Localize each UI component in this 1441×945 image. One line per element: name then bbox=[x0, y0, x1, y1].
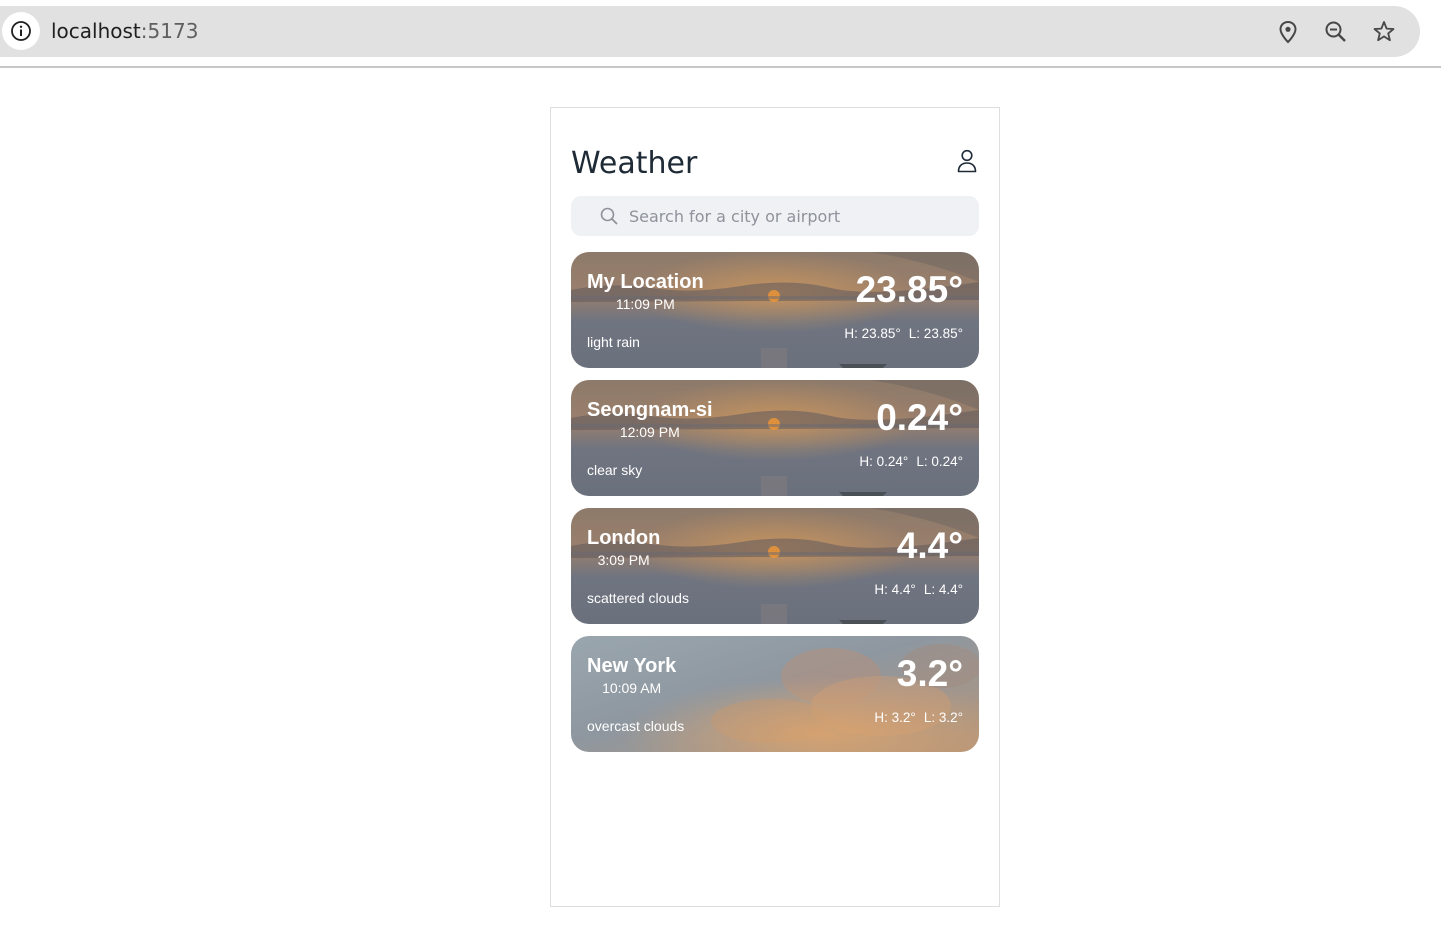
high-low: H: 3.2° L: 3.2° bbox=[874, 710, 963, 725]
high-low: H: 0.24° L: 0.24° bbox=[859, 454, 963, 469]
high-low: H: 23.85° L: 23.85° bbox=[844, 326, 963, 341]
city-name: My Location bbox=[587, 271, 704, 293]
weather-description: light rain bbox=[587, 334, 640, 350]
current-temperature: 4.4° bbox=[896, 525, 963, 566]
search-box bbox=[571, 196, 979, 236]
high-temp: H: 3.2° bbox=[874, 710, 916, 725]
browser-toolbar: localhost:5173 bbox=[0, 0, 1441, 68]
low-temp: L: 4.4° bbox=[923, 582, 963, 597]
low-temp: L: 0.24° bbox=[916, 454, 963, 469]
url-port: :5173 bbox=[140, 19, 199, 43]
card-header: Seongnam-si 12:09 PM bbox=[587, 398, 713, 441]
page-title: Weather bbox=[571, 146, 698, 181]
weather-app: Weather Search for a city or airport My … bbox=[550, 107, 1000, 907]
url-host: localhost bbox=[51, 19, 141, 43]
current-temperature: 3.2° bbox=[896, 653, 963, 694]
address-bar[interactable]: localhost:5173 bbox=[0, 6, 1420, 57]
location-pin-icon[interactable] bbox=[1275, 19, 1301, 45]
city-card[interactable]: London 3:09 PM scattered clouds 4.4° H: … bbox=[571, 508, 979, 624]
high-temp: H: 0.24° bbox=[859, 454, 909, 469]
user-icon[interactable] bbox=[955, 148, 979, 174]
city-card[interactable]: My Location 11:09 PM light rain 23.85° H… bbox=[571, 252, 979, 368]
local-time: 3:09 PM bbox=[597, 552, 650, 568]
weather-description: scattered clouds bbox=[587, 590, 689, 606]
high-low: H: 4.4° L: 4.4° bbox=[874, 582, 963, 597]
local-time: 10:09 AM bbox=[602, 680, 662, 696]
high-temp: H: 4.4° bbox=[874, 582, 916, 597]
card-header: New York 10:09 AM bbox=[587, 654, 676, 697]
bookmark-star-icon[interactable] bbox=[1371, 19, 1397, 45]
card-header: My Location 11:09 PM bbox=[587, 270, 704, 313]
city-name: London bbox=[587, 527, 661, 549]
city-name: Seongnam-si bbox=[587, 399, 713, 421]
city-card[interactable]: New York 10:09 AM overcast clouds 3.2° H… bbox=[571, 636, 979, 752]
current-temperature: 0.24° bbox=[876, 397, 963, 438]
search-icon bbox=[599, 206, 619, 226]
local-time: 11:09 PM bbox=[615, 296, 675, 312]
weather-description: overcast clouds bbox=[587, 718, 685, 734]
info-icon[interactable] bbox=[2, 12, 40, 50]
city-card[interactable]: Seongnam-si 12:09 PM clear sky 0.24° H: … bbox=[571, 380, 979, 496]
current-temperature: 23.85° bbox=[855, 269, 963, 310]
search-input[interactable] bbox=[629, 196, 969, 236]
high-temp: H: 23.85° bbox=[844, 326, 901, 341]
card-header: London 3:09 PM bbox=[587, 526, 660, 569]
low-temp: L: 3.2° bbox=[923, 710, 963, 725]
local-time: 12:09 PM bbox=[619, 424, 680, 440]
low-temp: L: 23.85° bbox=[908, 326, 963, 341]
url-text[interactable]: localhost:5173 bbox=[51, 19, 198, 43]
weather-description: clear sky bbox=[587, 462, 643, 478]
city-card-list: My Location 11:09 PM light rain 23.85° H… bbox=[571, 252, 979, 764]
zoom-out-icon[interactable] bbox=[1323, 19, 1349, 45]
city-name: New York bbox=[587, 655, 677, 677]
